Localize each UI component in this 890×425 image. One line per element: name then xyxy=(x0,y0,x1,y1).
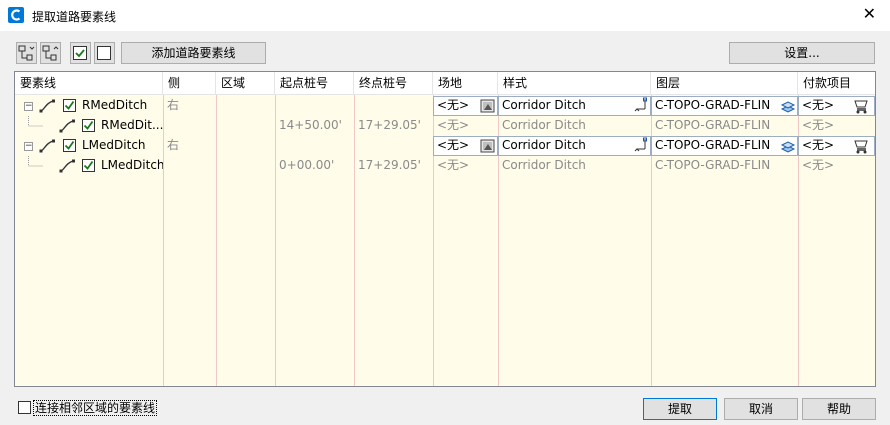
extract-button[interactable]: 提取 xyxy=(643,398,717,420)
feature-line-icon xyxy=(59,119,75,133)
layer-value: C-TOPO-GRAD-FLIN xyxy=(655,138,771,152)
col-header-side[interactable]: 侧 xyxy=(163,72,216,95)
layer-picker-icon[interactable] xyxy=(780,138,796,154)
expand-tree-icon xyxy=(18,45,35,61)
title-bar: 提取道路要素线 ✕ xyxy=(0,0,890,31)
end-station-value xyxy=(354,136,433,156)
style-picker-icon[interactable] xyxy=(633,137,649,155)
side-value: 右 xyxy=(167,98,180,112)
collapse-all-button[interactable] xyxy=(40,42,61,64)
layer-value: C-TOPO-GRAD-FLIN xyxy=(655,158,771,172)
col-header-layer[interactable]: 图层 xyxy=(651,72,798,95)
feature-line-icon xyxy=(59,159,75,173)
help-button[interactable]: 帮助 xyxy=(802,398,876,420)
app-logo-icon xyxy=(8,7,24,23)
collapse-toggle[interactable]: − xyxy=(24,142,33,151)
cancel-button[interactable]: 取消 xyxy=(724,398,798,420)
end-station-value: 17+29.05' xyxy=(358,158,421,172)
pay-item-value: <无> xyxy=(802,118,835,132)
tree-connector xyxy=(28,156,43,167)
start-station-value: 14+50.00' xyxy=(279,118,342,132)
connect-adjacent-label[interactable]: 连接相邻区域的要素线 xyxy=(33,400,158,416)
end-station-value xyxy=(354,96,433,116)
region-value xyxy=(216,96,275,116)
pay-item-picker-icon[interactable] xyxy=(853,98,871,114)
expand-all-button[interactable] xyxy=(16,42,37,64)
site-value: <无> xyxy=(437,98,470,112)
region-value xyxy=(216,136,275,156)
col-header-style[interactable]: 样式 xyxy=(498,72,651,95)
style-value: Corridor Ditch xyxy=(502,118,586,132)
collapse-tree-icon xyxy=(42,45,59,61)
col-header-region[interactable]: 区域 xyxy=(216,72,275,95)
col-header-feature-line[interactable]: 要素线 xyxy=(15,72,163,95)
style-picker-icon[interactable] xyxy=(633,97,649,115)
layer-field[interactable]: C-TOPO-GRAD-FLIN xyxy=(651,96,798,116)
settings-button[interactable]: 设置... xyxy=(729,42,875,64)
col-header-start-station[interactable]: 起点桩号 xyxy=(275,72,354,95)
feature-line-icon xyxy=(39,99,55,113)
style-field[interactable]: Corridor Ditch xyxy=(498,136,651,156)
tree-connector xyxy=(28,116,43,127)
feature-line-name: RMedDitch xyxy=(82,98,148,112)
layer-value: C-TOPO-GRAD-FLIN xyxy=(655,98,771,112)
collapse-toggle[interactable]: − xyxy=(24,102,33,111)
region-value xyxy=(216,116,275,136)
window-title: 提取道路要素线 xyxy=(32,10,117,24)
site-value: <无> xyxy=(437,118,470,132)
feature-line-name: RMedDit... xyxy=(101,118,163,132)
start-station-value xyxy=(275,96,354,116)
check-icon xyxy=(64,100,75,110)
grid-header: 要素线 侧 区域 起点桩号 终点桩号 场地 样式 图层 付款项目 xyxy=(15,72,875,95)
side-value xyxy=(163,156,216,176)
col-header-site[interactable]: 场地 xyxy=(433,72,498,95)
row-checkbox[interactable] xyxy=(63,139,76,152)
start-station-value xyxy=(275,136,354,156)
connect-adjacent-checkbox[interactable] xyxy=(18,401,31,414)
col-header-end-station[interactable]: 终点桩号 xyxy=(354,72,433,95)
feature-line-icon xyxy=(39,139,55,153)
side-value xyxy=(163,116,216,136)
feature-line-name: LMedDitch xyxy=(101,158,163,172)
check-icon xyxy=(64,140,75,150)
add-feature-line-button[interactable]: 添加道路要素线 xyxy=(121,42,266,64)
layer-picker-icon[interactable] xyxy=(780,98,796,114)
row-checkbox[interactable] xyxy=(63,99,76,112)
start-station-value: 0+00.00' xyxy=(279,158,335,172)
style-value: Corridor Ditch xyxy=(502,138,586,152)
layer-value: C-TOPO-GRAD-FLIN xyxy=(655,118,771,132)
table-row[interactable]: LMedDitch 0+00.00' 17+29.05' <无> Corrido… xyxy=(15,156,875,176)
check-icon xyxy=(83,120,94,130)
uncheck-all-button[interactable] xyxy=(94,42,115,64)
site-value: <无> xyxy=(437,158,470,172)
region-value xyxy=(216,156,275,176)
table-row[interactable]: − RMedDitch 右 <无> Corridor Ditch C-TOPO-… xyxy=(15,96,875,116)
pay-item-picker-icon[interactable] xyxy=(853,138,871,154)
checked-box-icon xyxy=(73,46,87,60)
site-value: <无> xyxy=(437,138,470,152)
unchecked-box-icon xyxy=(97,46,111,60)
row-checkbox[interactable] xyxy=(82,119,95,132)
style-value: Corridor Ditch xyxy=(502,98,586,112)
site-picker-icon[interactable] xyxy=(480,98,496,114)
layer-field[interactable]: C-TOPO-GRAD-FLIN xyxy=(651,136,798,156)
pay-item-value: <无> xyxy=(802,158,835,172)
style-field[interactable]: Corridor Ditch xyxy=(498,96,651,116)
close-button[interactable]: ✕ xyxy=(863,6,876,22)
table-row[interactable]: − LMedDitch 右 <无> Corridor Ditch C-TOPO-… xyxy=(15,136,875,156)
feature-line-grid: 要素线 侧 区域 起点桩号 终点桩号 场地 样式 图层 付款项目 − RMedD… xyxy=(14,71,876,387)
row-checkbox[interactable] xyxy=(82,159,95,172)
end-station-value: 17+29.05' xyxy=(358,118,421,132)
site-picker-icon[interactable] xyxy=(480,138,496,154)
check-all-button[interactable] xyxy=(70,42,91,64)
table-row[interactable]: RMedDit... 14+50.00' 17+29.05' <无> Corri… xyxy=(15,116,875,136)
style-value: Corridor Ditch xyxy=(502,158,586,172)
pay-item-value: <无> xyxy=(802,138,835,152)
side-value: 右 xyxy=(167,138,180,152)
col-header-pay-item[interactable]: 付款项目 xyxy=(798,72,875,95)
check-icon xyxy=(83,160,94,170)
pay-item-value: <无> xyxy=(802,98,835,112)
feature-line-name: LMedDitch xyxy=(82,138,146,152)
